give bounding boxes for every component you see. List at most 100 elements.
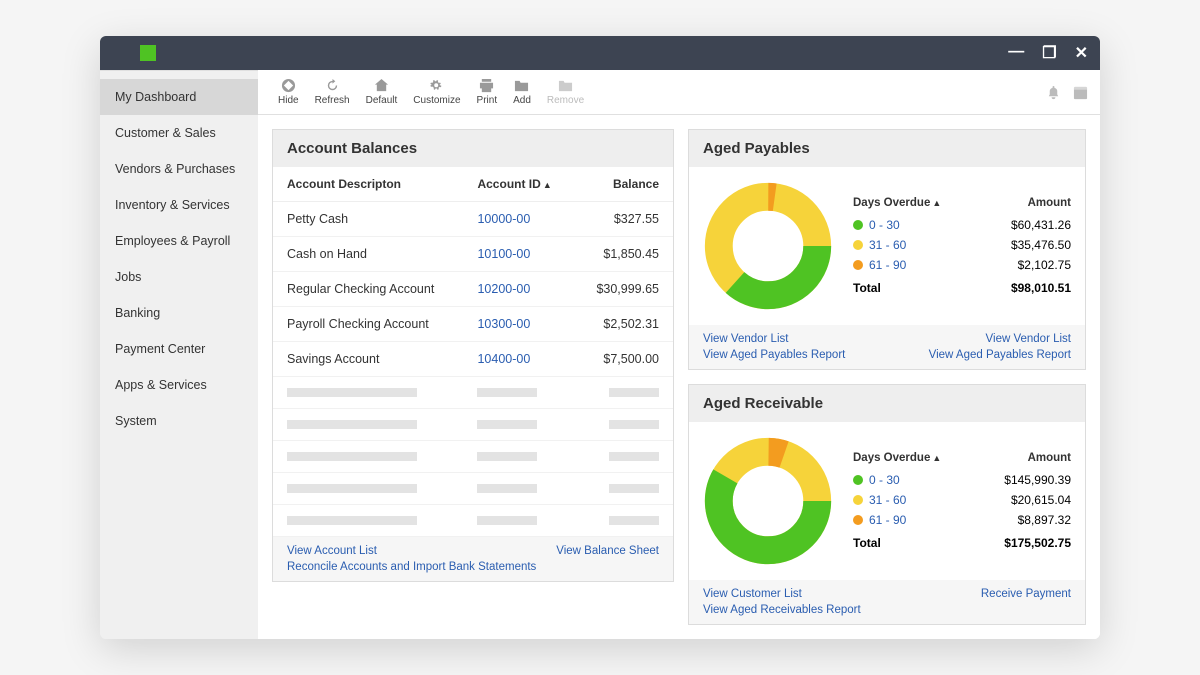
print-label: Print	[477, 95, 498, 106]
window-maximize-icon[interactable]: ❐	[1042, 43, 1056, 63]
add-label: Add	[513, 95, 531, 106]
legend-item[interactable]: 31 - 60 $20,615.04	[853, 490, 1071, 510]
cell-id[interactable]: 10200-00	[463, 272, 574, 307]
hide-button[interactable]: Hide	[270, 76, 307, 108]
table-row-loading	[273, 409, 673, 441]
sidebar-item-system[interactable]: System	[100, 403, 258, 439]
hide-icon	[281, 78, 296, 93]
card-footer: View Customer List Receive Payment View A…	[689, 580, 1085, 624]
view-vendor-list-link[interactable]: View Vendor List	[703, 333, 788, 345]
card-title: Aged Receivable	[689, 385, 1085, 422]
aged-payables-card: Aged Payables Days Overdue▲ Amount	[688, 129, 1086, 370]
cell-bal: $2,502.31	[575, 307, 673, 342]
main-area: Hide Refresh Default Customize Print	[258, 70, 1100, 639]
col-account-id[interactable]: Account ID▲	[463, 167, 574, 202]
view-receivables-report-link[interactable]: View Aged Receivables Report	[703, 604, 861, 616]
calendar-icon[interactable]	[1073, 85, 1088, 100]
table-row[interactable]: Petty Cash10000-00$327.55	[273, 202, 673, 237]
default-button[interactable]: Default	[358, 76, 406, 108]
refresh-button[interactable]: Refresh	[307, 76, 358, 108]
col-balance[interactable]: Balance	[575, 167, 673, 202]
aged-receivable-card: Aged Receivable Days Overdue▲ Amount	[688, 384, 1086, 625]
folder-minus-icon	[558, 78, 573, 93]
titlebar: — ❐ ✕	[100, 36, 1100, 70]
view-payables-report-link-2[interactable]: View Aged Payables Report	[929, 349, 1071, 361]
sidebar-item-jobs[interactable]: Jobs	[100, 259, 258, 295]
app-window: — ❐ ✕ My Dashboard Customer & Sales Vend…	[100, 36, 1100, 639]
cell-desc: Regular Checking Account	[273, 272, 463, 307]
window-close-icon[interactable]: ✕	[1075, 43, 1088, 63]
col-amount[interactable]: Amount	[1028, 197, 1071, 209]
app-logo-icon	[140, 45, 156, 61]
dot-icon	[853, 515, 863, 525]
table-row[interactable]: Cash on Hand10100-00$1,850.45	[273, 237, 673, 272]
sidebar-item-inventory-services[interactable]: Inventory & Services	[100, 187, 258, 223]
dot-icon	[853, 240, 863, 250]
legend-item[interactable]: 31 - 60 $35,476.50	[853, 235, 1071, 255]
legend-amount: $8,897.32	[1018, 513, 1071, 527]
window-minimize-icon[interactable]: —	[1008, 43, 1024, 63]
add-button[interactable]: Add	[505, 76, 539, 108]
legend-item[interactable]: 0 - 30 $145,990.39	[853, 470, 1071, 490]
cell-desc: Savings Account	[273, 342, 463, 377]
dot-icon	[853, 260, 863, 270]
table-row[interactable]: Regular Checking Account10200-00$30,999.…	[273, 272, 673, 307]
sidebar-item-employees-payroll[interactable]: Employees & Payroll	[100, 223, 258, 259]
sidebar-item-payment-center[interactable]: Payment Center	[100, 331, 258, 367]
cell-desc: Petty Cash	[273, 202, 463, 237]
cell-id[interactable]: 10100-00	[463, 237, 574, 272]
dot-icon	[853, 475, 863, 485]
col-description[interactable]: Account Descripton	[273, 167, 463, 202]
gear-icon	[429, 78, 444, 93]
customize-button[interactable]: Customize	[405, 76, 468, 108]
view-account-list-link[interactable]: View Account List	[287, 545, 377, 557]
col-days-overdue[interactable]: Days Overdue▲	[853, 452, 941, 464]
legend-item[interactable]: 61 - 90 $2,102.75	[853, 255, 1071, 275]
table-row[interactable]: Savings Account10400-00$7,500.00	[273, 342, 673, 377]
sidebar-item-vendors-purchases[interactable]: Vendors & Purchases	[100, 151, 258, 187]
receive-payment-link[interactable]: Receive Payment	[981, 588, 1071, 600]
sidebar-item-apps-services[interactable]: Apps & Services	[100, 367, 258, 403]
view-balance-sheet-link[interactable]: View Balance Sheet	[556, 545, 659, 557]
legend-amount: $145,990.39	[1004, 473, 1071, 487]
dot-icon	[853, 495, 863, 505]
table-row-loading	[273, 441, 673, 473]
print-button[interactable]: Print	[469, 76, 506, 108]
card-title: Aged Payables	[689, 130, 1085, 167]
cell-id[interactable]: 10000-00	[463, 202, 574, 237]
hide-label: Hide	[278, 95, 299, 106]
card-footer: View Vendor List View Vendor List View Ag…	[689, 325, 1085, 369]
legend-item[interactable]: 61 - 90 $8,897.32	[853, 510, 1071, 530]
legend-amount: $60,431.26	[1011, 218, 1071, 232]
table-row-loading	[273, 473, 673, 505]
balances-table: Account Descripton Account ID▲ Balance P…	[273, 167, 673, 537]
reconcile-link[interactable]: Reconcile Accounts and Import Bank State…	[287, 561, 536, 573]
cell-bal: $327.55	[575, 202, 673, 237]
home-icon	[374, 78, 389, 93]
table-row-loading	[273, 377, 673, 409]
table-row[interactable]: Payroll Checking Account10300-00$2,502.3…	[273, 307, 673, 342]
view-payables-report-link[interactable]: View Aged Payables Report	[703, 349, 845, 361]
sidebar-item-customer-sales[interactable]: Customer & Sales	[100, 115, 258, 151]
remove-label: Remove	[547, 95, 584, 106]
col-days-overdue[interactable]: Days Overdue▲	[853, 197, 941, 209]
cell-desc: Cash on Hand	[273, 237, 463, 272]
legend-item[interactable]: 0 - 30 $60,431.26	[853, 215, 1071, 235]
sort-asc-icon: ▲	[543, 180, 552, 190]
dot-icon	[853, 220, 863, 230]
total-label: Total	[853, 281, 881, 295]
cell-bal: $30,999.65	[575, 272, 673, 307]
cell-bal: $1,850.45	[575, 237, 673, 272]
view-vendor-list-link-2[interactable]: View Vendor List	[986, 333, 1071, 345]
sort-asc-icon: ▲	[932, 453, 941, 463]
card-title: Account Balances	[273, 130, 673, 167]
cell-id[interactable]: 10400-00	[463, 342, 574, 377]
view-customer-list-link[interactable]: View Customer List	[703, 588, 802, 600]
col-amount[interactable]: Amount	[1028, 452, 1071, 464]
toolbar: Hide Refresh Default Customize Print	[258, 70, 1100, 115]
sidebar-item-dashboard[interactable]: My Dashboard	[100, 79, 258, 115]
customize-label: Customize	[413, 95, 460, 106]
cell-id[interactable]: 10300-00	[463, 307, 574, 342]
bell-icon[interactable]	[1046, 85, 1061, 100]
sidebar-item-banking[interactable]: Banking	[100, 295, 258, 331]
